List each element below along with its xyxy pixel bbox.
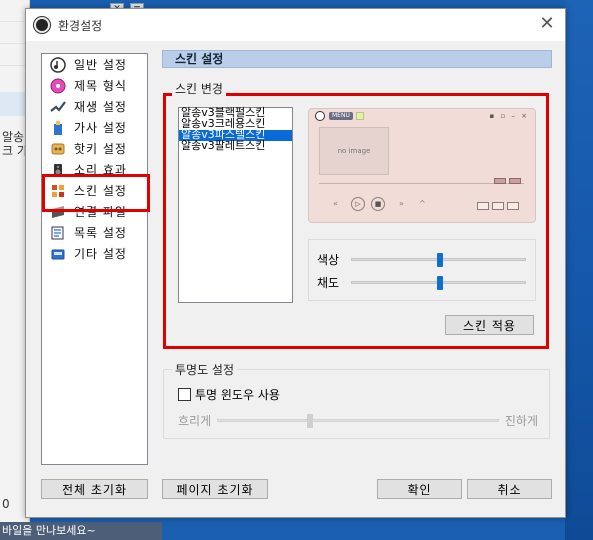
play-wave-icon [49, 98, 66, 115]
preview-mini-icon [355, 112, 364, 120]
desktop-background [565, 0, 593, 540]
preview-play-icon: ▷ [351, 197, 365, 211]
nav-label: 제목 형식 [74, 79, 127, 93]
dark-label: 진하게 [504, 413, 538, 428]
saturation-slider[interactable] [351, 275, 526, 290]
nav-item-playback[interactable]: 재생 설정 [42, 96, 147, 117]
preview-album-art: no image [319, 127, 389, 175]
nav-item-title-format[interactable]: 제목 형식 [42, 75, 147, 96]
hue-slider-thumb[interactable] [437, 252, 443, 267]
list-icon [49, 224, 66, 241]
misc-icon [49, 245, 66, 262]
preview-button-icon [494, 178, 506, 184]
hue-slider-row: 색상 [317, 251, 526, 267]
apply-skin-button[interactable]: 스킨 적용 [445, 315, 534, 335]
transparent-window-checkbox[interactable] [178, 388, 191, 401]
preview-prev-icon: « [333, 199, 338, 208]
skin-change-label: 스킨 변경 [172, 80, 226, 97]
preview-window-controls-icon: ▪ ▫ – × [489, 112, 529, 120]
nav-item-hotkey[interactable]: 핫키 설정 [42, 138, 147, 159]
ok-button[interactable]: 확인 [377, 479, 462, 499]
preview-button-icon [507, 202, 519, 210]
hue-slider[interactable] [351, 252, 526, 267]
color-adjust-group: 색상 채도 [308, 239, 536, 301]
bg-banner: 바일을 만나보세요~ [0, 522, 162, 540]
hue-label: 색상 [317, 252, 340, 267]
nav-label: 재생 설정 [74, 100, 127, 114]
dialog-title: 환경설정 [58, 18, 103, 33]
transparency-label: 투명도 설정 [172, 361, 238, 378]
transparency-slider-thumb[interactable] [307, 413, 314, 428]
saturation-label: 채도 [317, 275, 340, 290]
preview-button-icon [509, 178, 521, 184]
bg-number: 0 [2, 497, 10, 511]
preview-stop-icon: ■ [371, 197, 385, 211]
nav-label: 일반 설정 [74, 58, 127, 72]
transparency-group: 투명 윈도우 사용 흐리게 진하게 [163, 369, 550, 439]
nav-label: 가사 설정 [74, 121, 127, 135]
transparency-slider-row: 흐리게 진하게 [178, 412, 538, 428]
title-bar[interactable]: 환경설정 ✕ [26, 9, 565, 41]
nav-item-list[interactable]: 목록 설정 [42, 222, 147, 243]
lyrics-icon [49, 119, 66, 136]
settings-dialog: 환경설정 ✕ 일반 설정 제목 형식 재생 설정 가사 설정 핫키 설정 소리 … [25, 8, 566, 518]
settings-nav-list: 일반 설정 제목 형식 재생 설정 가사 설정 핫키 설정 소리 효과 스킨 설… [41, 53, 148, 465]
skin-list[interactable]: 알송v3블랙펄스킨 알송v3크레용스킨 알송v3파스텔스킨 알송v3팔레트스킨 [178, 107, 293, 303]
preview-button-icon [492, 202, 504, 210]
preview-button-icon [477, 202, 489, 210]
preview-logo-icon [315, 111, 325, 121]
nav-item-misc[interactable]: 기타 설정 [42, 243, 147, 264]
skin-nav-highlight-annotation [42, 174, 150, 212]
saturation-slider-thumb[interactable] [437, 275, 443, 290]
alsong-app-icon [34, 17, 50, 33]
nav-label: 기타 설정 [74, 247, 127, 261]
transparency-slider[interactable] [217, 413, 499, 428]
nav-item-general[interactable]: 일반 설정 [42, 54, 147, 75]
cancel-button[interactable]: 취소 [467, 479, 552, 499]
skin-preview: MENU ▪ ▫ – × no image « ▷ ■ » ^ [308, 108, 536, 223]
hotkey-icon [49, 140, 66, 157]
cd-icon [49, 77, 66, 94]
preview-up-icon: ^ [419, 199, 426, 208]
preview-next-icon: » [399, 199, 404, 208]
nav-label: 목록 설정 [74, 226, 127, 240]
saturation-slider-row: 채도 [317, 274, 526, 290]
nav-label: 핫키 설정 [74, 142, 127, 156]
transparent-window-label: 투명 윈도우 사용 [195, 388, 280, 402]
preview-menu-label: MENU [329, 112, 353, 120]
transparent-window-checkbox-row[interactable]: 투명 윈도우 사용 [178, 386, 280, 403]
close-button[interactable]: ✕ [529, 9, 565, 41]
reset-all-button[interactable]: 전체 초기화 [41, 479, 148, 499]
nav-item-lyrics[interactable]: 가사 설정 [42, 117, 147, 138]
reset-page-button[interactable]: 페이지 초기화 [162, 479, 268, 499]
music-note-icon [49, 56, 66, 73]
skin-list-item[interactable]: 알송v3팔레트스킨 [179, 140, 292, 152]
section-header: 스킨 설정 [162, 50, 552, 68]
blur-label: 흐리게 [178, 413, 212, 428]
